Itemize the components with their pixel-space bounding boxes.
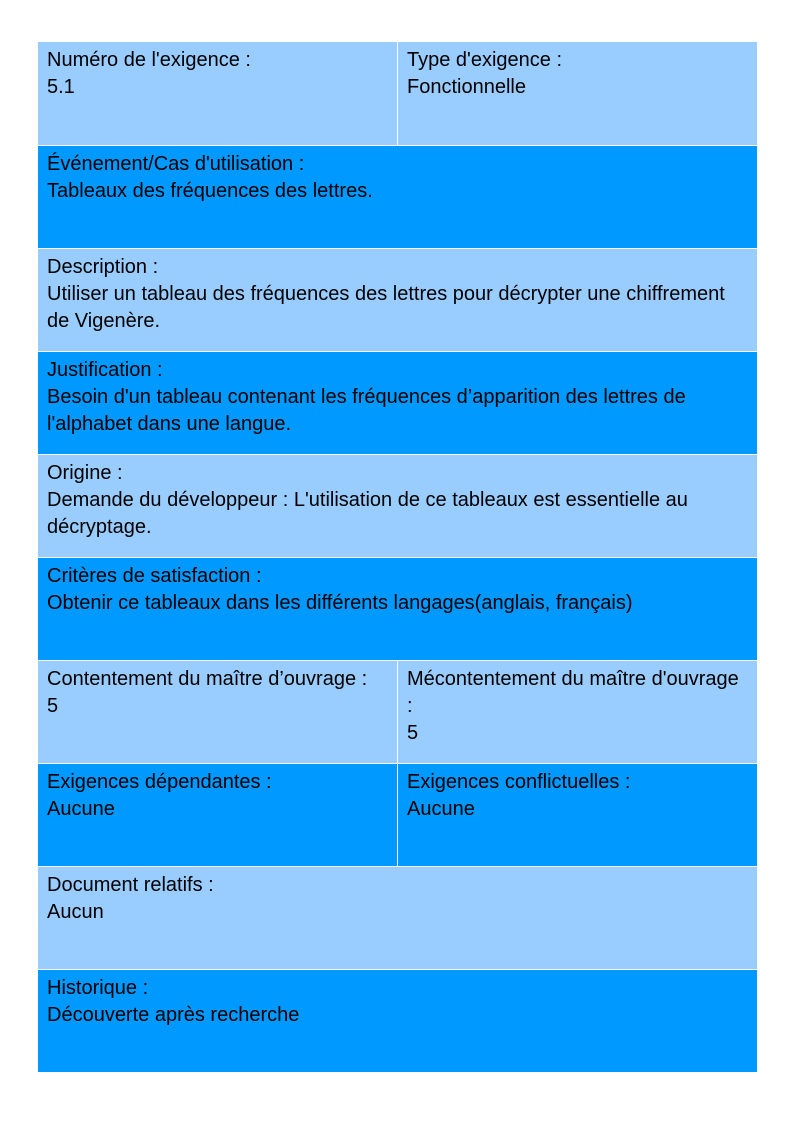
criteres-label: Critères de satisfaction : xyxy=(47,564,262,587)
cell-documents: Document relatifs : Aucun xyxy=(38,865,757,970)
justification-value: Besoin d'un tableau contenant les fréque… xyxy=(47,385,686,435)
cell-conflictuelles: Exigences conflictuelles : Aucune xyxy=(397,762,757,867)
cell-criteres: Critères de satisfaction : Obtenir ce tab… xyxy=(38,556,757,661)
origine-value: Demande du développeur : L'utilisation d… xyxy=(47,488,688,538)
cell-numero: Numéro de l'exigence : 5.1 xyxy=(38,42,398,146)
historique-value: Découverte après recherche xyxy=(47,1003,300,1026)
conflictuelles-value: Aucune xyxy=(407,797,475,820)
cell-description: Description : Utiliser un tableau des fré… xyxy=(38,247,757,352)
mecontentement-value: 5 xyxy=(407,721,419,744)
contentement-label: Contentement du maître d’ouvrage : xyxy=(47,667,368,690)
cell-mecontentement: Mécontentement du maître d'ouvrage : 5 xyxy=(397,659,757,764)
cell-historique: Historique : Découverte après recherche xyxy=(38,968,757,1073)
historique-label: Historique : xyxy=(47,976,149,999)
description-value: Utiliser un tableau des fréquences des l… xyxy=(47,282,725,332)
dependantes-label: Exigences dépendantes : xyxy=(47,770,272,793)
origine-label: Origine : xyxy=(47,461,123,484)
cell-type: Type d'exigence : Fonctionnelle xyxy=(397,42,757,146)
documents-label: Document relatifs : xyxy=(47,873,214,896)
cell-evenement: Événement/Cas d'utilisation : Tableaux de… xyxy=(38,144,757,249)
numero-label: Numéro de l'exigence : xyxy=(47,49,251,71)
requirement-table: Numéro de l'exigence : 5.1 Type d'exigenc… xyxy=(38,42,757,1073)
criteres-value: Obtenir ce tableaux dans les différents … xyxy=(47,591,633,614)
type-label: Type d'exigence : xyxy=(407,49,563,71)
type-value: Fonctionnelle xyxy=(407,76,526,98)
evenement-value: Tableaux des fréquences des lettres. xyxy=(47,179,373,202)
cell-origine: Origine : Demande du développeur : L'util… xyxy=(38,453,757,558)
evenement-label: Événement/Cas d'utilisation : xyxy=(47,152,305,175)
mecontentement-label: Mécontentement du maître d'ouvrage : xyxy=(407,667,739,717)
conflictuelles-label: Exigences conflictuelles : xyxy=(407,770,631,793)
numero-value: 5.1 xyxy=(47,76,75,98)
dependantes-value: Aucune xyxy=(47,797,115,820)
documents-value: Aucun xyxy=(47,900,104,923)
contentement-value: 5 xyxy=(47,694,59,717)
cell-contentement: Contentement du maître d’ouvrage : 5 xyxy=(38,659,398,764)
justification-label: Justification : xyxy=(47,358,163,381)
cell-justification: Justification : Besoin d'un tableau conte… xyxy=(38,350,757,455)
cell-dependantes: Exigences dépendantes : Aucune xyxy=(38,762,398,867)
description-label: Description : xyxy=(47,255,159,278)
